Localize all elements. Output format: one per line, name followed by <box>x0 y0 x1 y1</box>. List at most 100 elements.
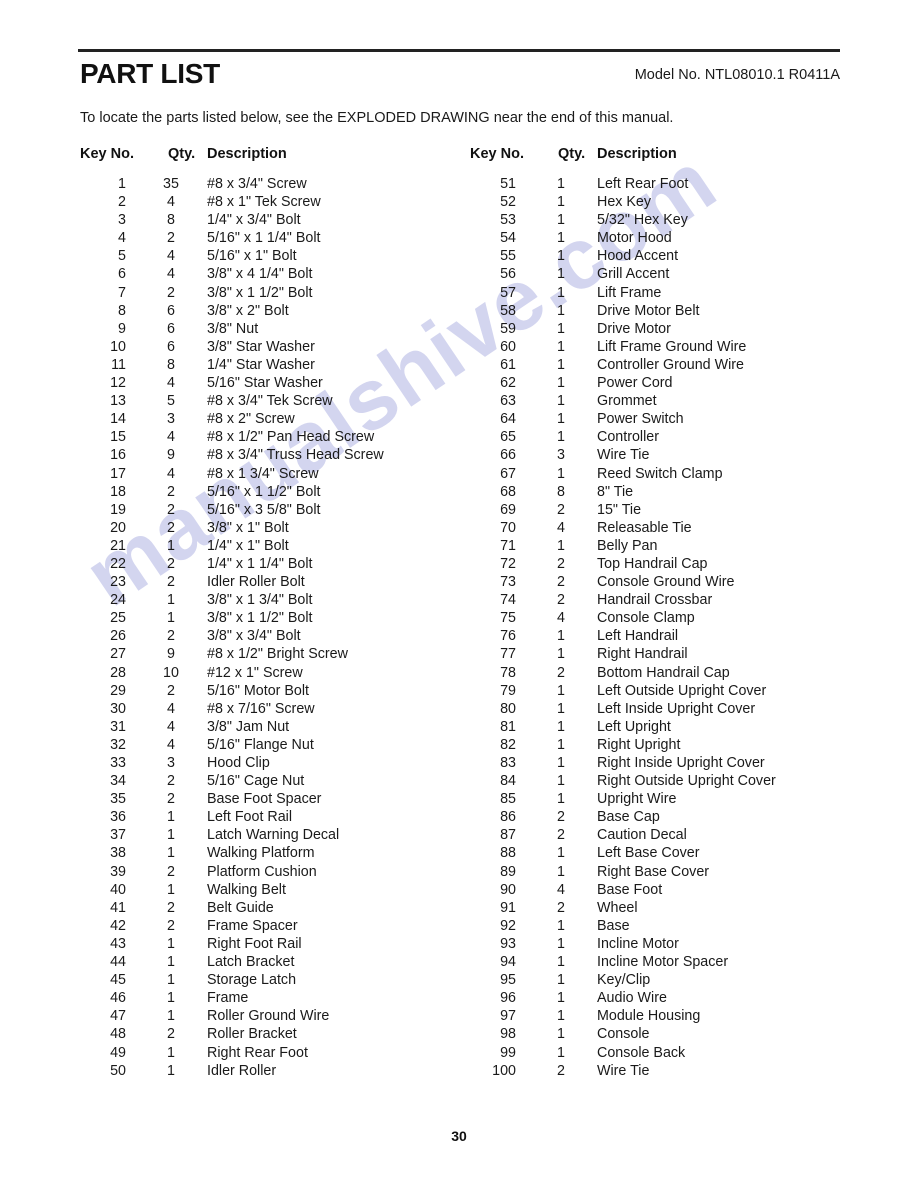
cell-description: Left Base Cover <box>597 845 700 862</box>
cell-key-no: 42 <box>110 917 126 934</box>
cell-qty: 2 <box>557 899 565 916</box>
cell-description: Left Handrail <box>597 628 679 645</box>
cell-key-no: 22 <box>110 555 126 572</box>
cell-description: Power Cord <box>597 375 673 392</box>
cell-description: Roller Bracket <box>207 1026 297 1043</box>
cell-description: Walking Belt <box>207 881 286 898</box>
cell-qty: 2 <box>167 791 175 808</box>
cell-key-no: 83 <box>500 755 516 771</box>
table-row: 59 1 Drive Motor <box>470 321 870 339</box>
cell-description: Right Inside Upright Cover <box>597 755 765 771</box>
table-row: 80 1 Left Inside Upright Cover <box>470 701 870 719</box>
cell-qty: 1 <box>557 194 565 211</box>
cell-key-no: 48 <box>110 1026 126 1043</box>
cell-qty: 2 <box>167 574 175 591</box>
table-row: 40 1 Walking Belt <box>80 882 480 900</box>
cell-key-no: 72 <box>500 555 516 572</box>
table-row: 26 2 3/8" x 3/4" Bolt <box>80 628 480 646</box>
table-row: 38 1 Walking Platform <box>80 845 480 863</box>
cell-description: 8" Tie <box>597 483 634 500</box>
table-row: 36 1 Left Foot Rail <box>80 809 480 827</box>
cell-key-no: 55 <box>500 248 516 265</box>
cell-description: 5/16" Flange Nut <box>207 736 314 753</box>
cell-description: 3/8" Jam Nut <box>207 718 290 735</box>
cell-key-no: 7 <box>118 284 126 301</box>
cell-qty: 4 <box>167 700 175 717</box>
cell-description: Left Outside Upright Cover <box>597 682 767 699</box>
cell-description: Idler Roller <box>207 1062 277 1079</box>
cell-description: Right Foot Rail <box>207 935 302 952</box>
cell-description: Base Foot <box>597 881 663 898</box>
table-row: 96 1 Audio Wire <box>470 990 870 1008</box>
table-row: 58 1 Drive Motor Belt <box>470 303 870 321</box>
cell-qty: 2 <box>167 483 175 500</box>
cell-description: 3/8" x 1 3/4" Bolt <box>207 592 313 609</box>
cell-key-no: 82 <box>500 736 516 753</box>
table-row: 73 2 Console Ground Wire <box>470 574 870 592</box>
table-row: 44 1 Latch Bracket <box>80 954 480 972</box>
cell-key-no: 47 <box>110 1008 126 1025</box>
table-row: 19 2 5/16" x 3 5/8" Bolt <box>80 502 480 520</box>
table-row: 29 2 5/16" Motor Bolt <box>80 683 480 701</box>
cell-qty: 2 <box>557 1062 565 1079</box>
table-row: 62 1 Power Cord <box>470 375 870 393</box>
cell-description: 3/8" x 2" Bolt <box>207 302 289 319</box>
table-row: 7 2 3/8" x 1 1/2" Bolt <box>80 285 480 303</box>
cell-key-no: 70 <box>500 519 516 536</box>
cell-qty: 1 <box>557 248 565 265</box>
cell-key-no: 66 <box>500 447 516 464</box>
table-row: 95 1 Key/Clip <box>470 972 870 990</box>
table-row: 61 1 Controller Ground Wire <box>470 357 870 375</box>
cell-qty: 3 <box>167 755 175 771</box>
cell-qty: 1 <box>167 954 175 971</box>
cell-qty: 4 <box>167 736 175 753</box>
table-row: 50 1 Idler Roller <box>80 1063 480 1081</box>
table-row: 22 2 1/4" x 1 1/4" Bolt <box>80 556 480 574</box>
cell-description: #8 x 7/16" Screw <box>207 700 315 717</box>
parts-rows-left: 1 35 #8 x 3/4" Screw 2 4 #8 x 1" Tek Screw 3 8 1… <box>80 176 480 1081</box>
cell-qty: 2 <box>167 230 175 247</box>
cell-qty: 1 <box>557 1026 565 1043</box>
cell-description: Wire Tie <box>597 447 650 464</box>
cell-qty: 1 <box>557 990 565 1007</box>
cell-qty: 2 <box>167 863 175 880</box>
cell-key-no: 52 <box>500 194 516 211</box>
table-row: 88 1 Left Base Cover <box>470 845 870 863</box>
cell-description: #8 x 1 3/4" Screw <box>207 465 319 482</box>
cell-key-no: 8 <box>118 302 126 319</box>
table-row: 91 2 Wheel <box>470 900 870 918</box>
cell-qty: 1 <box>167 610 175 627</box>
cell-qty: 1 <box>557 935 565 952</box>
cell-qty: 1 <box>557 375 565 392</box>
table-row: 67 1 Reed Switch Clamp <box>470 466 870 484</box>
cell-description: Console Clamp <box>597 610 695 627</box>
cell-description: Lift Frame Ground Wire <box>597 338 747 355</box>
cell-description: #12 x 1" Screw <box>207 664 303 681</box>
header-key-no: Key No. <box>80 146 134 162</box>
cell-qty: 9 <box>167 646 175 663</box>
table-row: 41 2 Belt Guide <box>80 900 480 918</box>
cell-key-no: 25 <box>110 610 126 627</box>
intro-text: To locate the parts listed below, see th… <box>80 110 674 126</box>
cell-description: Hood Accent <box>597 248 679 265</box>
cell-qty: 1 <box>167 827 175 844</box>
cell-key-no: 74 <box>500 592 516 609</box>
cell-key-no: 13 <box>110 393 126 410</box>
cell-description: 3/8" Star Washer <box>207 338 315 355</box>
table-row: 63 1 Grommet <box>470 393 870 411</box>
cell-qty: 1 <box>557 682 565 699</box>
cell-key-no: 45 <box>110 972 126 989</box>
cell-description: Walking Platform <box>207 845 315 862</box>
cell-qty: 1 <box>557 320 565 337</box>
cell-description: Left Rear Foot <box>597 176 689 192</box>
cell-qty: 4 <box>167 429 175 446</box>
cell-key-no: 76 <box>500 628 516 645</box>
table-row: 35 2 Base Foot Spacer <box>80 791 480 809</box>
cell-description: Lift Frame <box>597 284 662 301</box>
table-row: 37 1 Latch Warning Decal <box>80 827 480 845</box>
cell-key-no: 97 <box>500 1008 516 1025</box>
cell-qty: 1 <box>557 917 565 934</box>
table-row: 2 4 #8 x 1" Tek Screw <box>80 194 480 212</box>
cell-description: 3/8" x 1 1/2" Bolt <box>207 610 313 627</box>
cell-key-no: 62 <box>500 375 516 392</box>
